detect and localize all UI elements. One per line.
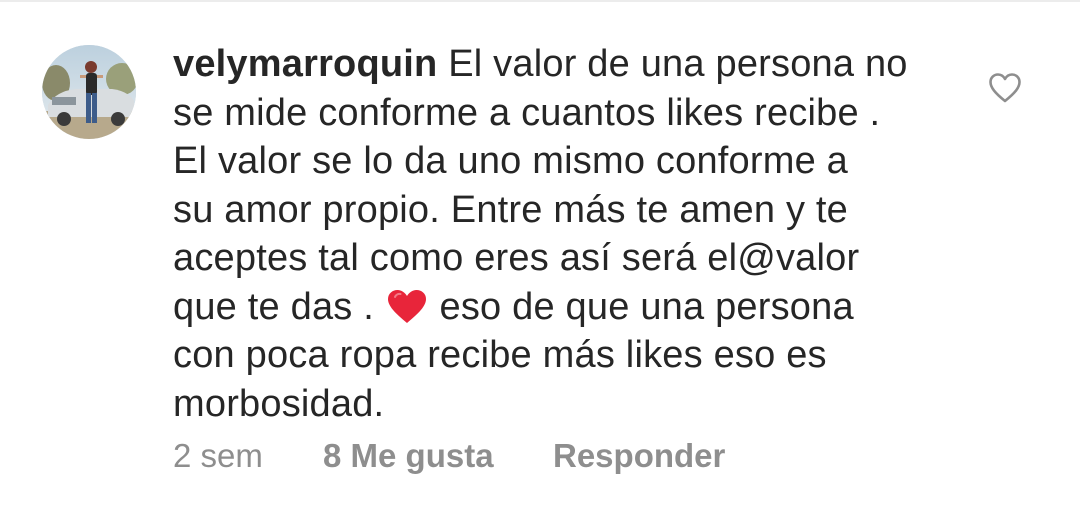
likes-count-button[interactable]: 8 Me gusta <box>323 436 494 476</box>
comment-text-line: eso de que una persona <box>428 285 854 328</box>
comment-timestamp: 2 sem <box>173 437 263 474</box>
comment-text-line: su amor propio. Entre más te amen y te <box>173 188 849 231</box>
comment-text-line: morbosidad. <box>173 382 385 425</box>
username-link[interactable]: velymarroquin <box>173 43 437 85</box>
comment-text-line: con poca ropa recibe más likes eso es <box>173 334 827 376</box>
comment-text-line: El valor se lo da uno mismo conforme a <box>173 140 849 182</box>
comment-line-1: velymarroquin El valor de una persona no <box>173 40 933 89</box>
heart-outline-icon[interactable] <box>988 72 1022 104</box>
user-avatar-photo <box>42 45 136 139</box>
comment-text: velymarroquin El valor de una persona no… <box>173 40 933 428</box>
comment-text-line: que te das . <box>173 285 385 328</box>
comment-text-line: El valor de una persona no <box>448 43 908 85</box>
comment-text-line: se mide conforme a cuantos likes recibe … <box>173 91 881 134</box>
avatar[interactable] <box>42 45 136 139</box>
comment-line-6: que te das . eso de que una persona <box>173 283 933 332</box>
comment-item: velymarroquin El valor de una persona no… <box>0 0 1080 517</box>
reply-button[interactable]: Responder <box>553 436 725 476</box>
comment-text-line: aceptes tal como eres así será el@valor <box>173 237 860 279</box>
red-heart-emoji-icon <box>387 289 426 323</box>
